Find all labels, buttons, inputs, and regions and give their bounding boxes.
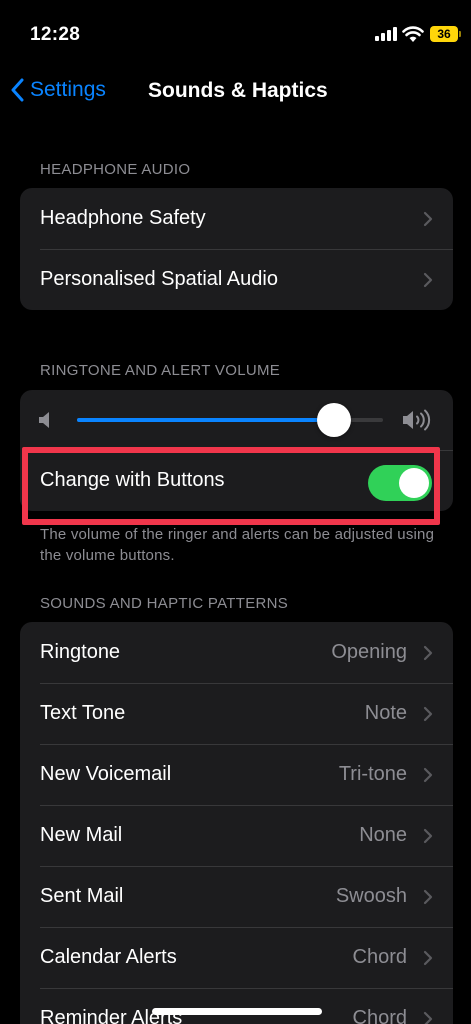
- row-value: Chord: [352, 1007, 407, 1024]
- section-footer: The volume of the ringer and alerts can …: [40, 526, 435, 564]
- chevron-right-icon: [423, 828, 433, 843]
- row-value: Note: [364, 702, 407, 724]
- chevron-right-icon: [423, 950, 433, 965]
- status-bar: 12:28 36: [0, 0, 471, 62]
- wifi-icon: [402, 26, 424, 42]
- row-value: None: [359, 824, 407, 846]
- chevron-right-icon: [423, 706, 433, 721]
- change-with-buttons-toggle[interactable]: [368, 465, 432, 501]
- home-indicator: [152, 1008, 322, 1015]
- section-header-ringtone-volume: RINGTONE AND ALERT VOLUME: [40, 362, 281, 379]
- battery-tip: [459, 31, 461, 37]
- row-reminder-alerts[interactable]: Reminder Alerts Chord: [20, 988, 453, 1024]
- row-value: Swoosh: [335, 885, 407, 907]
- row-label: Personalised Spatial Audio: [40, 268, 278, 290]
- row-new-mail[interactable]: New Mail None: [20, 805, 453, 866]
- row-label: New Mail: [40, 824, 123, 846]
- row-label: Sent Mail: [40, 885, 124, 907]
- section-header-headphone-audio: HEADPHONE AUDIO: [40, 161, 191, 178]
- chevron-right-icon: [423, 645, 433, 660]
- row-ringtone[interactable]: Ringtone Opening: [20, 622, 453, 683]
- chevron-right-icon: [423, 767, 433, 782]
- back-button[interactable]: Settings: [10, 78, 106, 102]
- back-button-label: Settings: [30, 78, 106, 101]
- row-headphone-safety[interactable]: Headphone Safety: [20, 188, 453, 249]
- page-title: Sounds & Haptics: [148, 79, 328, 102]
- volume-slider-thumb[interactable]: [317, 403, 352, 437]
- status-time: 12:28: [30, 24, 81, 45]
- toggle-knob: [399, 468, 429, 498]
- cellular-signal-icon: [375, 27, 397, 41]
- row-value: Opening: [331, 641, 407, 663]
- row-label: New Voicemail: [40, 763, 172, 785]
- row-text-tone[interactable]: Text Tone Note: [20, 683, 453, 744]
- speaker-low-icon: [39, 412, 49, 428]
- row-personalised-spatial-audio[interactable]: Personalised Spatial Audio: [20, 249, 453, 310]
- row-label: Ringtone: [40, 641, 121, 663]
- headphone-audio-group: Headphone Safety Personalised Spatial Au…: [20, 188, 453, 310]
- row-new-voicemail[interactable]: New Voicemail Tri-tone: [20, 744, 453, 805]
- row-change-with-buttons: Change with Buttons: [20, 450, 453, 511]
- row-value: Tri-tone: [338, 763, 407, 785]
- chevron-right-icon: [423, 272, 433, 287]
- ringtone-volume-group: Change with Buttons: [20, 390, 453, 511]
- volume-slider-row: [20, 390, 453, 450]
- section-header-sound-patterns: SOUNDS AND HAPTIC PATTERNS: [40, 595, 289, 612]
- sound-patterns-group: Ringtone Opening Text Tone Note New Voic…: [20, 622, 453, 1024]
- row-sent-mail[interactable]: Sent Mail Swoosh: [20, 866, 453, 927]
- volume-slider-fill: [77, 418, 335, 422]
- speaker-high-icon: [403, 409, 431, 431]
- navigation-bar: Settings Sounds & Haptics: [0, 62, 471, 122]
- chevron-right-icon: [423, 889, 433, 904]
- chevron-right-icon: [423, 211, 433, 226]
- chevron-right-icon: [423, 1011, 433, 1024]
- row-value: Chord: [352, 946, 407, 968]
- chevron-left-icon: [11, 78, 24, 102]
- row-label: Text Tone: [40, 702, 126, 724]
- row-label: Headphone Safety: [40, 207, 206, 229]
- row-label: Calendar Alerts: [40, 946, 177, 968]
- row-calendar-alerts[interactable]: Calendar Alerts Chord: [20, 927, 453, 988]
- battery-icon: 36: [430, 26, 458, 42]
